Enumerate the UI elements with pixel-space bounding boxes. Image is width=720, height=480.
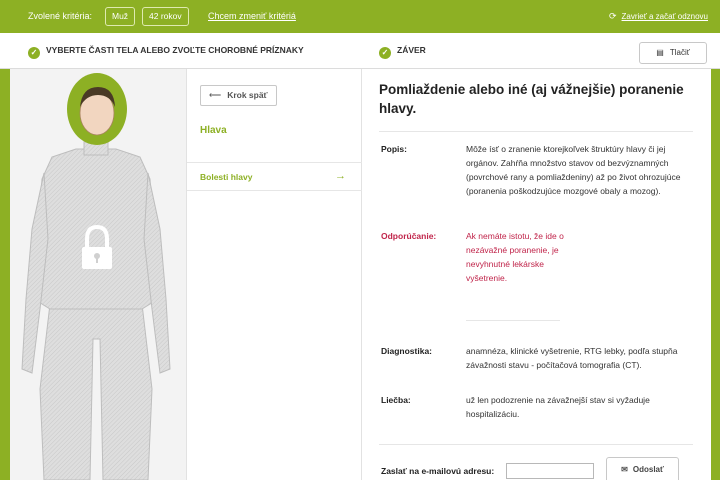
symptom-item[interactable]: Bolesti hlavy → <box>187 162 362 191</box>
print-button-label: Tlačiť <box>669 48 690 57</box>
body-right-arm[interactable] <box>143 172 171 374</box>
check-icon: ✓ <box>379 47 391 59</box>
navigation-column: ⟵ Krok späť Hlava Bolesti hlavy → <box>187 69 362 480</box>
description-text: Môže ísť o zranenie ktorejkoľvek štruktú… <box>466 144 681 196</box>
refresh-icon: ⟳ <box>609 11 617 21</box>
recommendation-label: Odporúčanie: <box>381 231 437 241</box>
criteria-label: Zvolené kritéria: <box>28 11 93 21</box>
diagnosis-title: Pomliaždenie alebo iné (aj vážnejšie) po… <box>379 82 684 116</box>
back-button-label: Krok späť <box>227 90 268 100</box>
body-figure-panel <box>10 69 187 480</box>
recommendation-text: Ak nemáte istotu, že ide o nezávažné por… <box>466 231 564 283</box>
restart-link-label: Zavrieť a začať odznovu <box>621 12 709 21</box>
send-button[interactable]: ✉ Odoslať <box>606 457 679 480</box>
selected-region: Hlava <box>200 125 227 136</box>
divider <box>379 131 693 132</box>
diagnostics-text: anamnéza, klinické vyšetrenie, RTG lebky… <box>466 346 678 370</box>
body-legs[interactable] <box>39 303 153 480</box>
restart-link[interactable]: ⟳ Zavrieť a začať odznovu <box>609 11 708 22</box>
criteria-age-badge: 42 rokov <box>142 7 189 26</box>
envelope-icon: ✉ <box>621 465 628 474</box>
body-left-arm[interactable] <box>21 172 49 374</box>
right-frame <box>711 69 720 480</box>
treatment-label: Liečba: <box>381 395 411 405</box>
divider <box>466 320 560 321</box>
step1-label: VYBERTE ČASTI TELA ALEBO ZVOĽTE CHOROBNÉ… <box>46 45 304 55</box>
email-label: Zaslať na e-mailovú adresu: <box>381 466 495 476</box>
diagnostics-label: Diagnostika: <box>381 346 433 356</box>
arrow-left-icon: ⟵ <box>209 90 222 100</box>
steps-header: ✓ VYBERTE ČASTI TELA ALEBO ZVOĽTE CHOROBN… <box>0 33 720 69</box>
email-input[interactable] <box>506 463 594 479</box>
body-figure <box>21 73 171 480</box>
step2-label: ZÁVER <box>397 45 426 55</box>
step-conclusion: ✓ ZÁVER <box>379 45 426 59</box>
symptom-item-label: Bolesti hlavy <box>200 172 253 182</box>
diagnosis-panel: Pomliaždenie alebo iné (aj vážnejšie) po… <box>363 69 711 480</box>
criteria-sex-badge: Muž <box>105 7 136 26</box>
change-criteria-link[interactable]: Chcem zmeniť kritériá <box>208 11 296 21</box>
criteria-bar: Zvolené kritéria: Muž 42 rokov Chcem zme… <box>0 0 720 33</box>
description-label: Popis: <box>381 144 407 154</box>
printer-icon: ▤ <box>656 48 664 57</box>
back-button[interactable]: ⟵ Krok späť <box>200 85 277 106</box>
check-icon: ✓ <box>28 47 40 59</box>
divider <box>379 444 693 445</box>
print-button[interactable]: ▤ Tlačiť <box>639 42 707 64</box>
treatment-text: už len podozrenie na závažnejší stav si … <box>466 395 650 419</box>
step-select-body-parts[interactable]: ✓ VYBERTE ČASTI TELA ALEBO ZVOĽTE CHOROBN… <box>28 45 304 59</box>
left-frame <box>0 69 10 480</box>
arrow-right-icon: → <box>335 170 346 182</box>
send-button-label: Odoslať <box>632 465 664 474</box>
